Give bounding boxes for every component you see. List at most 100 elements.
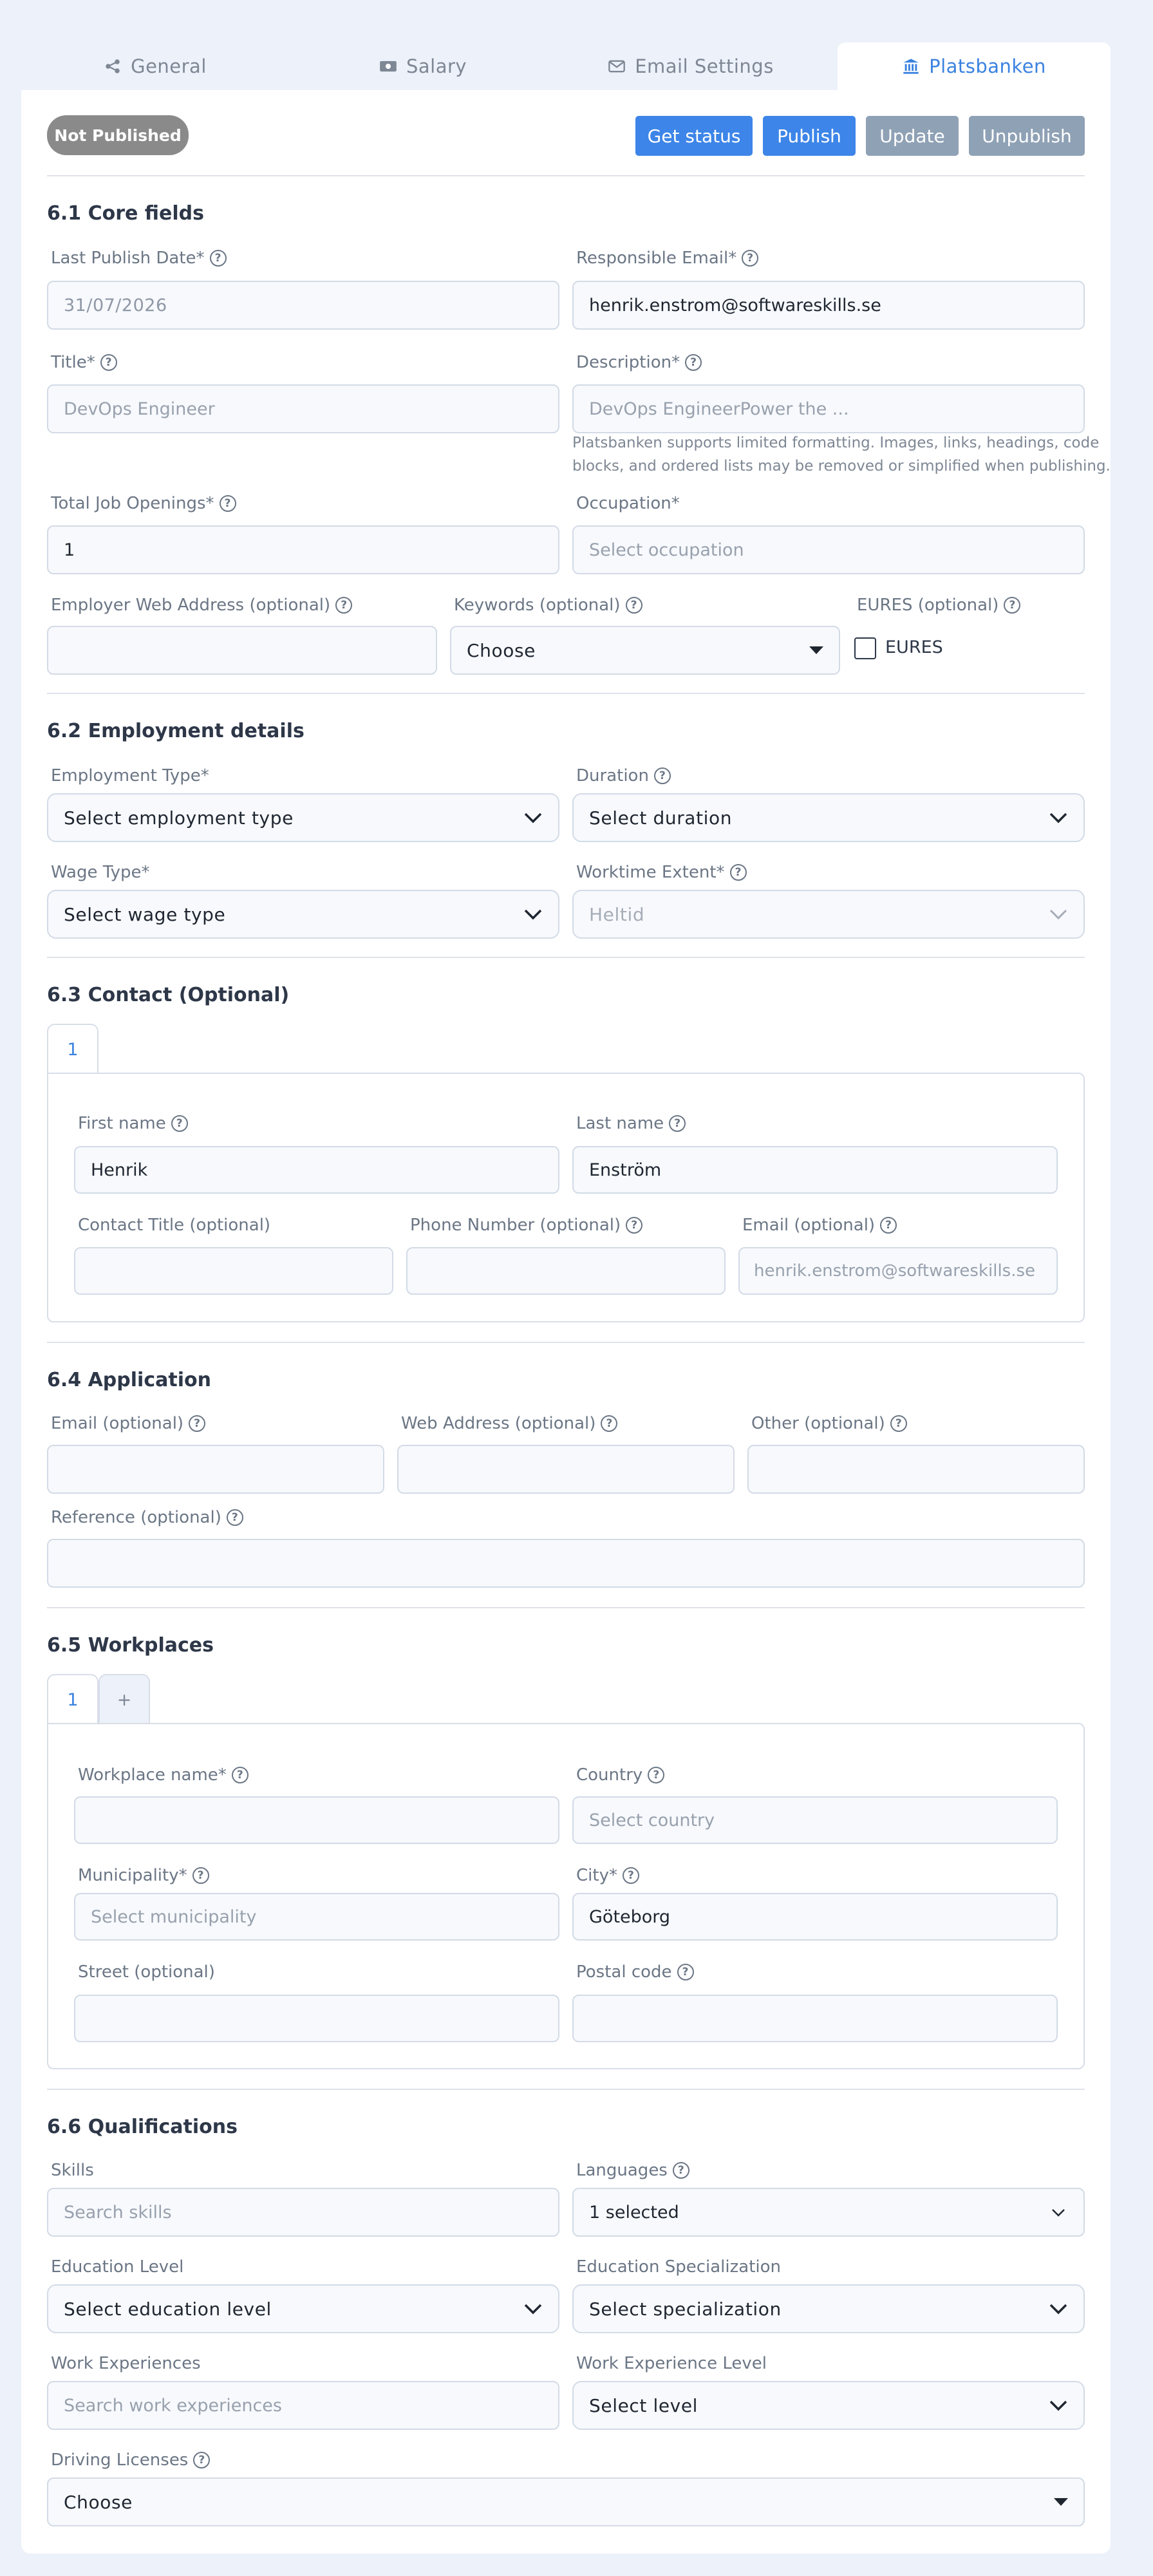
title-input[interactable]: DevOps Engineer [47,384,559,433]
reference-input[interactable] [47,1539,1085,1588]
occupation-input[interactable]: Select occupation [572,525,1085,574]
contact-title-input[interactable] [74,1247,393,1295]
duration-label: Duration? [576,766,671,785]
application-web-label: Web Address (optional)? [401,1414,618,1433]
chevron-down-icon [1049,2304,1067,2315]
add-workplace-tab[interactable]: + [98,1674,150,1724]
work-experiences-input[interactable]: Search work experiences [47,2381,559,2430]
tab-salary[interactable]: Salary [289,42,557,90]
driving-licenses-select[interactable]: Choose [47,2477,1085,2526]
application-email-input[interactable] [47,1445,384,1494]
workplace-name-label: Workplace name*? [78,1765,248,1785]
education-level-select[interactable]: Select education level [47,2284,559,2333]
help-icon[interactable]: ? [677,1964,694,1980]
municipality-input[interactable]: Select municipality [74,1893,559,1941]
wage-type-select[interactable]: Select wage type [47,890,559,939]
help-icon[interactable]: ? [209,250,227,267]
help-icon[interactable]: ? [648,1767,665,1783]
wage-type-value: Select wage type [64,903,226,925]
employment-type-label: Employment Type* [51,766,209,785]
city-input[interactable]: Göteborg [572,1893,1058,1941]
update-button[interactable]: Update [866,116,959,156]
languages-select[interactable]: 1 selected [572,2188,1085,2237]
unpublish-button[interactable]: Unpublish [969,116,1085,156]
worktime-extent-label: Worktime Extent*? [576,863,747,882]
last-name-input[interactable]: Enström [572,1146,1058,1194]
chevron-down-icon [524,909,542,920]
workplace-name-input[interactable] [74,1796,559,1844]
help-icon[interactable]: ? [729,864,747,881]
divider [47,957,1085,958]
help-icon[interactable]: ? [669,1115,686,1132]
eures-checkbox[interactable] [854,637,876,659]
chevron-down-icon [524,2304,542,2315]
keywords-label: Keywords (optional)? [454,596,642,615]
duration-value: Select duration [589,807,733,829]
help-icon[interactable]: ? [231,1767,248,1783]
tab-email-settings[interactable]: Email Settings [557,42,825,90]
tab-general[interactable]: General [21,42,289,90]
skills-input[interactable]: Search skills [47,2188,559,2237]
get-status-button[interactable]: Get status [635,116,753,156]
phone-number-input[interactable] [406,1247,726,1295]
work-experiences-label: Work Experiences [51,2354,201,2373]
publish-button[interactable]: Publish [763,116,856,156]
workplace-tab-1[interactable]: 1 [47,1674,98,1724]
first-name-input[interactable]: Henrik [74,1146,559,1194]
country-input[interactable]: Select country [572,1796,1058,1844]
education-specialization-select[interactable]: Select specialization [572,2284,1085,2333]
street-input[interactable] [74,1995,559,2042]
eures-checkbox-label: EURES [885,637,943,657]
postal-code-input[interactable] [572,1995,1058,2042]
employer-web-label: Employer Web Address (optional)? [51,596,353,615]
tab-platsbanken[interactable]: Platsbanken [838,42,1111,90]
education-specialization-label: Education Specialization [576,2257,781,2277]
section-heading-application: 6.4 Application [47,1369,211,1391]
help-icon[interactable]: ? [1004,597,1021,614]
divider [47,175,1085,176]
help-icon[interactable]: ? [100,354,117,371]
chevron-down-icon [1049,813,1067,823]
contact-email-input[interactable]: henrik.enstrom@softwareskills.se [738,1247,1058,1295]
responsible-email-input[interactable]: henrik.enstrom@softwareskills.se [572,281,1085,330]
duration-select[interactable]: Select duration [572,793,1085,842]
help-icon[interactable]: ? [625,597,642,614]
caret-down-icon [1054,2498,1068,2506]
help-icon[interactable]: ? [192,1867,209,1884]
help-icon[interactable]: ? [171,1115,188,1132]
help-icon[interactable]: ? [622,1867,639,1884]
last-name-label: Last name? [576,1114,686,1133]
description-input[interactable]: DevOps EngineerPower the ... [572,384,1085,433]
help-icon[interactable]: ? [742,250,759,267]
help-icon[interactable]: ? [193,2452,211,2468]
occupation-label: Occupation* [576,494,680,513]
keywords-select[interactable]: Choose [450,626,840,675]
status-badge: Not Published [47,115,189,155]
share-icon [106,59,120,73]
employer-web-input[interactable] [47,626,437,675]
postal-code-label: Postal code? [576,1962,694,1982]
application-web-input[interactable] [397,1445,735,1494]
help-icon[interactable]: ? [653,767,671,784]
application-other-input[interactable] [747,1445,1085,1494]
contact-tab-1[interactable]: 1 [47,1024,98,1074]
eures-label: EURES (optional)? [857,596,1021,615]
worktime-extent-select: Heltid [572,890,1085,939]
last-publish-date-input[interactable]: 31/07/2026 [47,281,559,330]
help-icon[interactable]: ? [626,1217,643,1234]
help-icon[interactable]: ? [189,1415,206,1432]
help-icon[interactable]: ? [685,354,702,371]
help-icon[interactable]: ? [601,1415,618,1432]
employment-type-select[interactable]: Select employment type [47,793,559,842]
work-experience-level-select[interactable]: Select level [572,2381,1085,2430]
phone-number-label: Phone Number (optional)? [410,1216,643,1235]
help-icon[interactable]: ? [219,495,236,512]
total-openings-input[interactable]: 1 [47,525,559,574]
languages-label: Languages? [576,2161,689,2180]
help-icon[interactable]: ? [890,1415,907,1432]
help-icon[interactable]: ? [335,597,353,614]
help-icon[interactable]: ? [672,2162,689,2179]
help-icon[interactable]: ? [226,1509,243,1526]
help-icon[interactable]: ? [880,1217,897,1234]
education-level-label: Education Level [51,2257,184,2277]
